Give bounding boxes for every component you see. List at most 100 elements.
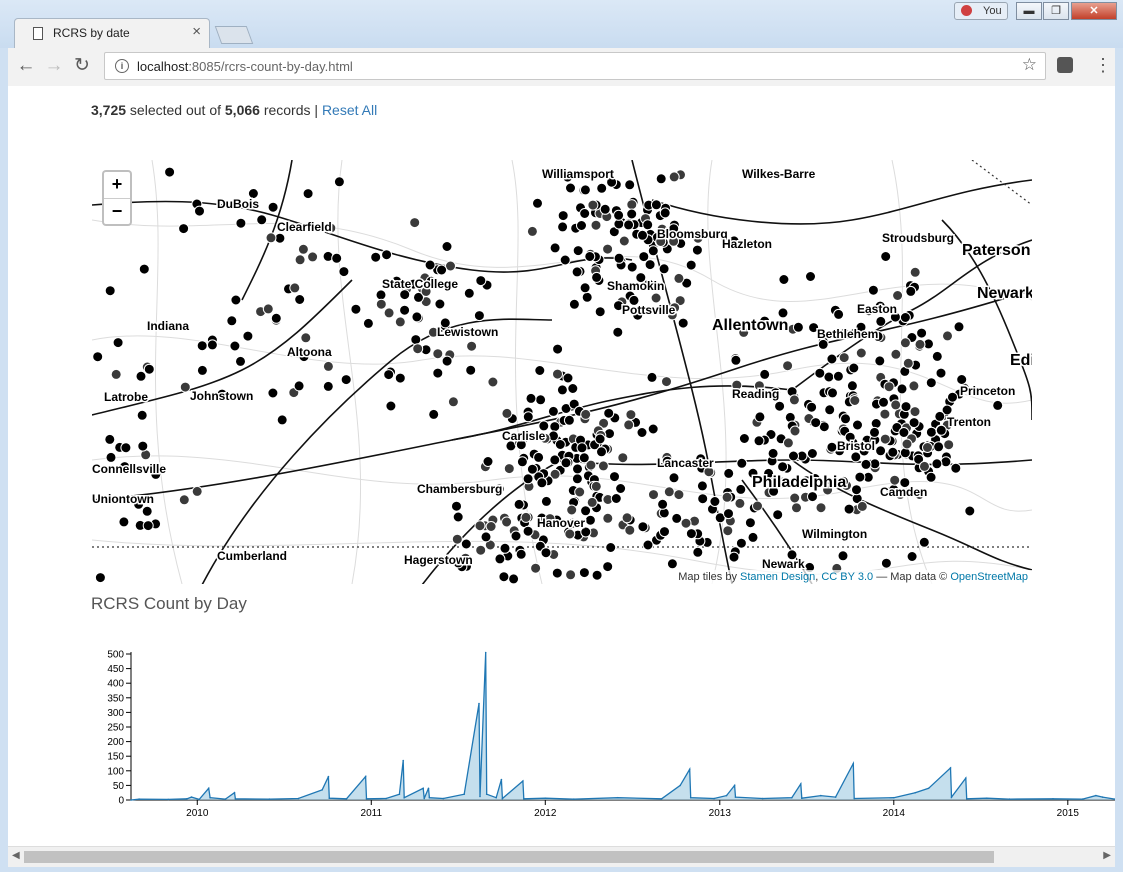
record-point[interactable] (685, 259, 697, 271)
record-point[interactable] (613, 252, 625, 264)
record-point[interactable] (875, 315, 887, 327)
info-icon[interactable]: i (115, 59, 129, 73)
record-point[interactable] (933, 441, 945, 453)
record-point[interactable] (447, 396, 459, 408)
record-point[interactable] (475, 275, 487, 287)
record-point[interactable] (661, 376, 672, 388)
record-point[interactable] (572, 463, 583, 475)
record-point[interactable] (890, 399, 902, 411)
record-point[interactable] (887, 446, 899, 458)
record-point[interactable] (925, 377, 937, 389)
record-point[interactable] (135, 370, 147, 382)
record-point[interactable] (626, 199, 638, 211)
record-point[interactable] (394, 372, 406, 384)
record-point[interactable] (685, 528, 697, 540)
record-point[interactable] (636, 427, 648, 438)
record-point[interactable] (602, 243, 614, 255)
record-point[interactable] (855, 347, 867, 359)
record-point[interactable] (908, 417, 920, 429)
record-point[interactable] (533, 451, 545, 463)
tab-rcrs[interactable]: RCRS by date × (14, 18, 210, 48)
record-point[interactable] (120, 442, 132, 454)
record-point[interactable] (605, 542, 617, 553)
record-point[interactable] (432, 348, 444, 360)
record-point[interactable] (501, 407, 513, 419)
record-point[interactable] (412, 343, 424, 355)
record-point[interactable] (914, 338, 926, 350)
scrollbar-thumb[interactable] (24, 851, 994, 863)
record-point[interactable] (621, 512, 633, 524)
record-point[interactable] (510, 530, 522, 542)
record-point[interactable] (807, 491, 818, 503)
record-point[interactable] (806, 401, 818, 413)
record-point[interactable] (860, 458, 872, 470)
record-point[interactable] (578, 452, 590, 464)
record-point[interactable] (584, 514, 596, 526)
record-point[interactable] (896, 383, 908, 395)
record-point[interactable] (850, 451, 862, 463)
record-point[interactable] (642, 539, 654, 551)
record-point[interactable] (723, 508, 734, 520)
menu-icon[interactable]: ⋮ (1094, 55, 1112, 76)
record-point[interactable] (854, 471, 866, 483)
record-point[interactable] (735, 483, 747, 495)
record-point[interactable] (571, 266, 583, 278)
record-point[interactable] (562, 372, 574, 384)
record-point[interactable] (410, 334, 422, 346)
record-point[interactable] (909, 266, 921, 278)
record-point[interactable] (925, 426, 937, 438)
record-point[interactable] (557, 221, 569, 233)
zoom-in-button[interactable]: + (104, 172, 130, 198)
record-point[interactable] (883, 381, 895, 393)
record-point[interactable] (104, 285, 116, 297)
record-point[interactable] (772, 509, 784, 521)
record-point[interactable] (118, 516, 130, 528)
record-point[interactable] (846, 380, 858, 392)
record-point[interactable] (579, 208, 591, 219)
record-point[interactable] (540, 547, 552, 559)
record-point[interactable] (890, 348, 902, 360)
record-point[interactable] (576, 442, 588, 454)
minimize-button[interactable]: ▬ (1016, 2, 1042, 20)
record-point[interactable] (375, 298, 387, 310)
record-point[interactable] (659, 526, 670, 538)
record-point[interactable] (805, 271, 816, 282)
record-point[interactable] (501, 516, 513, 528)
record-point[interactable] (434, 298, 446, 310)
record-point[interactable] (646, 371, 658, 383)
record-point[interactable] (736, 457, 748, 469)
record-point[interactable] (624, 524, 636, 536)
record-point[interactable] (294, 254, 306, 266)
record-point[interactable] (644, 259, 656, 271)
record-point[interactable] (696, 480, 708, 492)
record-point[interactable] (463, 287, 475, 299)
record-point[interactable] (525, 392, 537, 404)
address-bar[interactable]: i localhost:8085/rcrs-count-by-day.html … (104, 52, 1046, 80)
record-point[interactable] (878, 396, 889, 408)
record-point[interactable] (578, 567, 590, 579)
record-point[interactable] (826, 441, 838, 453)
back-arrow-icon[interactable]: ← (16, 56, 36, 77)
record-point[interactable] (574, 486, 586, 498)
scroll-left-icon[interactable]: ◀ (12, 850, 20, 861)
record-point[interactable] (602, 561, 614, 573)
record-point[interactable] (673, 272, 685, 284)
new-tab-button[interactable] (214, 26, 254, 44)
record-point[interactable] (551, 567, 563, 579)
record-point[interactable] (788, 394, 800, 406)
record-point[interactable] (931, 350, 943, 362)
record-point[interactable] (503, 463, 515, 475)
close-window-button[interactable]: ✕ (1071, 2, 1117, 20)
record-point[interactable] (587, 199, 599, 211)
record-point[interactable] (594, 433, 606, 445)
record-point[interactable] (178, 494, 190, 506)
record-point[interactable] (918, 536, 930, 548)
record-point[interactable] (554, 439, 566, 450)
record-point[interactable] (460, 538, 472, 550)
record-point[interactable] (262, 303, 274, 315)
record-point[interactable] (906, 551, 918, 562)
record-point[interactable] (774, 400, 786, 412)
record-point[interactable] (441, 241, 453, 252)
record-point[interactable] (874, 355, 886, 367)
record-point[interactable] (922, 442, 933, 453)
